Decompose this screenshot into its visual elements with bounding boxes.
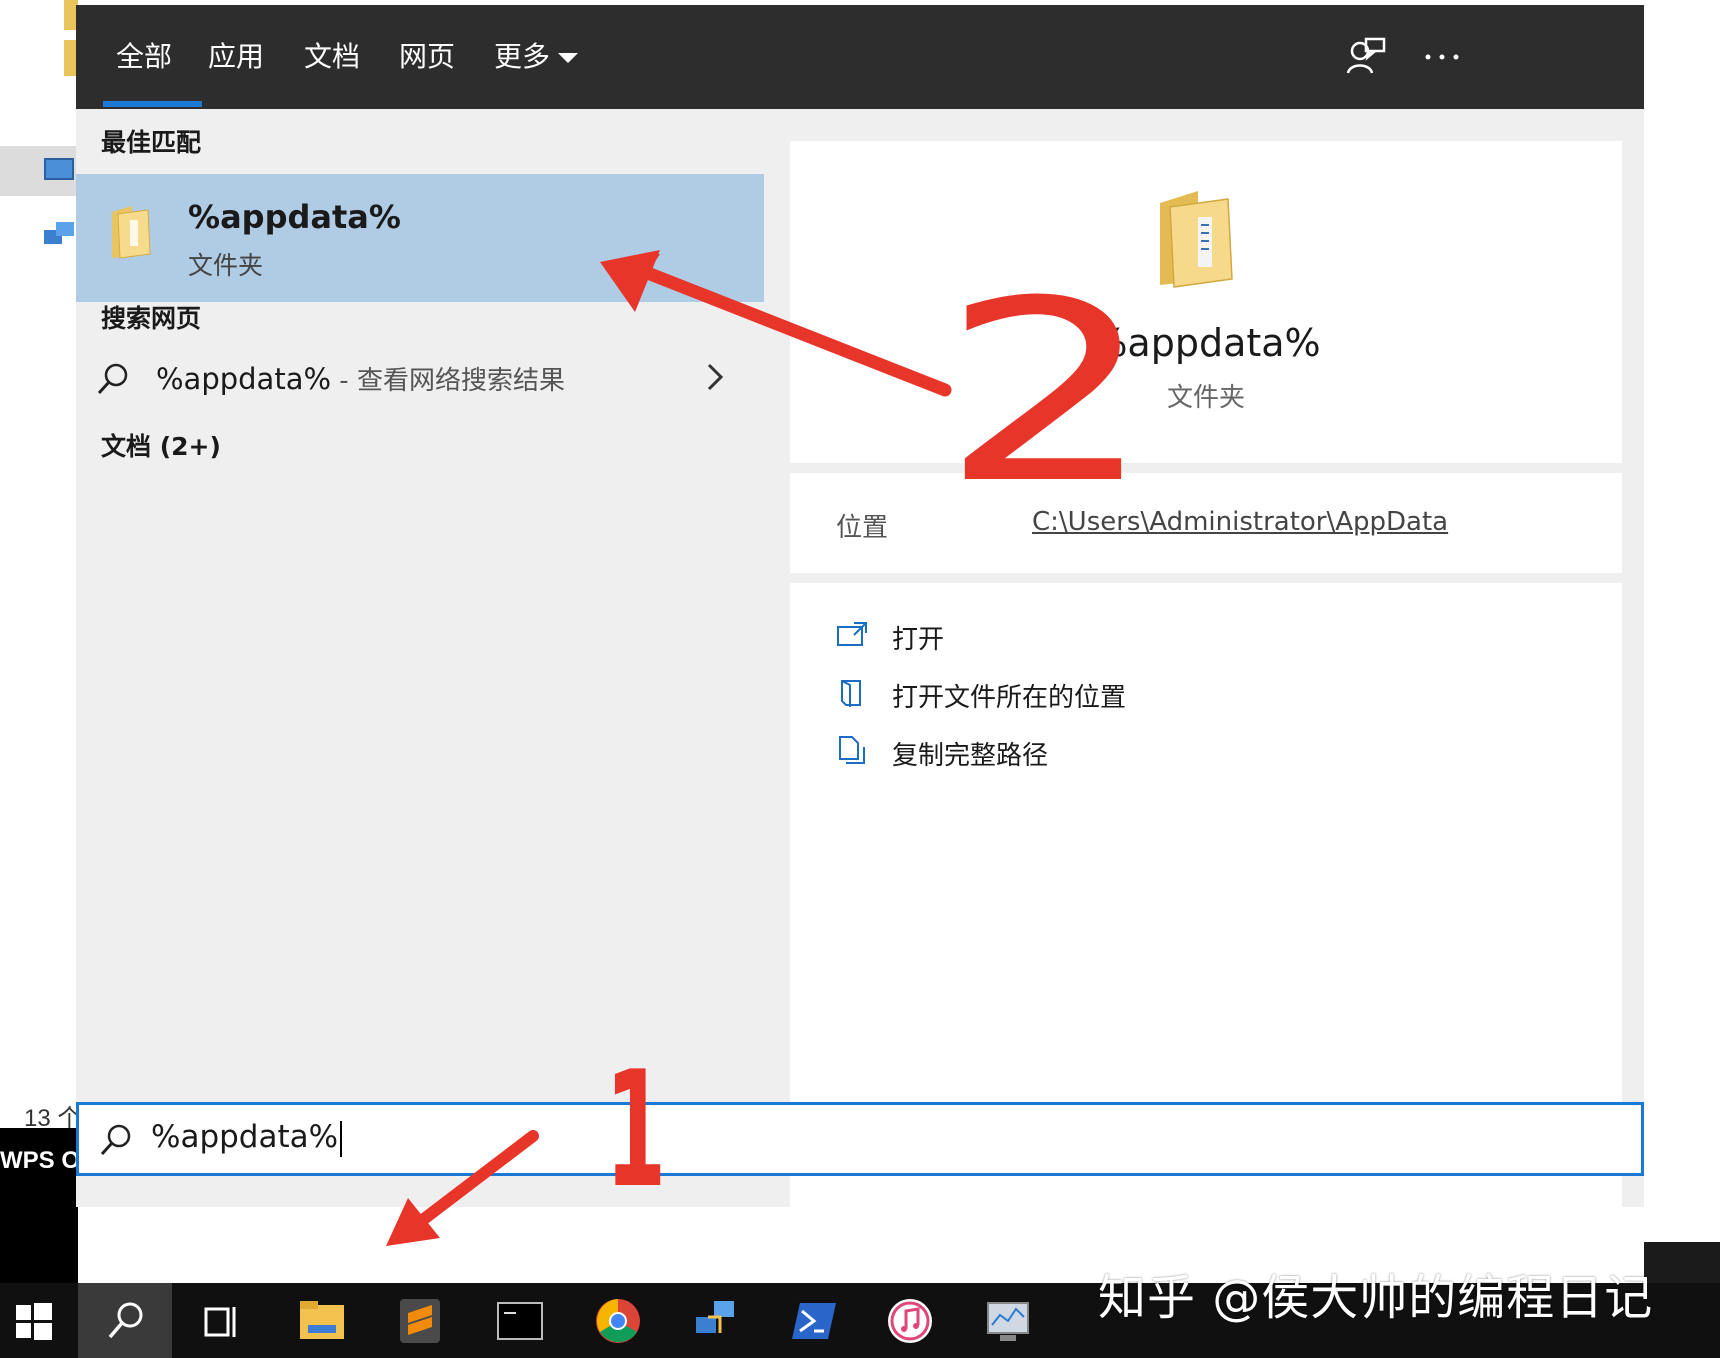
- tab-all[interactable]: 全部: [116, 35, 172, 109]
- search-icon: [100, 1124, 131, 1156]
- copy-icon: [839, 736, 865, 764]
- search-input-value: %appdata%: [151, 1119, 339, 1155]
- more-options-icon[interactable]: [1420, 35, 1464, 79]
- network-icon[interactable]: [44, 222, 74, 248]
- web-search-query: %appdata%: [156, 362, 332, 396]
- chrome-icon[interactable]: [592, 1295, 644, 1347]
- action-open-file-location[interactable]: 打开文件所在的位置: [836, 673, 1336, 717]
- preview-subtitle: 文件夹: [1166, 383, 1245, 413]
- tab-apps[interactable]: 应用: [208, 35, 264, 109]
- web-search-result[interactable]: %appdata% - 查看网络搜索结果: [76, 344, 764, 414]
- file-explorer-icon[interactable]: [296, 1295, 348, 1347]
- feedback-icon[interactable]: [1344, 35, 1388, 79]
- this-pc-icon[interactable]: [44, 158, 74, 180]
- chevron-down-icon: [558, 53, 579, 63]
- web-search-suffix: - 查看网络搜索结果: [331, 366, 565, 396]
- sublime-text-icon[interactable]: [394, 1295, 446, 1347]
- preview-title: %appdata%: [1091, 321, 1321, 365]
- active-tab-indicator: [103, 101, 202, 107]
- search-box[interactable]: %appdata%: [76, 1102, 1644, 1176]
- windows-start-icon[interactable]: [8, 1295, 60, 1347]
- action-copy-full-path[interactable]: 复制完整路径: [836, 731, 1336, 775]
- search-input[interactable]: %appdata%: [151, 1119, 343, 1157]
- folder-icon: [112, 206, 151, 259]
- preview-header-card: %appdata% 文件夹: [790, 141, 1622, 463]
- tab-web[interactable]: 网页: [399, 35, 455, 109]
- itunes-icon[interactable]: [884, 1295, 936, 1347]
- preview-location-card: 位置 C:\Users\Administrator\AppData: [790, 473, 1622, 573]
- task-view-icon[interactable]: [196, 1295, 248, 1347]
- taskbar-search-icon[interactable]: [100, 1295, 152, 1347]
- powershell-icon[interactable]: [788, 1295, 840, 1347]
- location-label: 位置: [836, 513, 889, 543]
- open-icon: [837, 622, 867, 646]
- documents-header[interactable]: 文档 (2+): [101, 427, 221, 463]
- tab-documents[interactable]: 文档: [304, 35, 360, 109]
- action-copy-full-path-label: 复制完整路径: [892, 741, 1049, 771]
- annotation-label-2: 2: [940, 247, 1155, 538]
- file-location-icon: [841, 680, 861, 707]
- preview-pane: %appdata% 文件夹 位置 C:\Users\Administrator\…: [764, 109, 1644, 1207]
- desktop-dark-region: [1644, 1242, 1720, 1284]
- annotation-label-1: 1: [605, 1036, 667, 1223]
- action-open-label: 打开: [892, 625, 945, 655]
- action-open-file-location-label: 打开文件所在的位置: [892, 683, 1127, 713]
- best-match-item[interactable]: %appdata% 文件夹: [76, 174, 764, 302]
- command-prompt-icon[interactable]: [494, 1295, 546, 1347]
- watermark: 知乎 @侯大帅的编程日记: [1098, 1270, 1654, 1326]
- search-window: 全部 应用 文档 网页 更多 最佳匹配 %appdata% 文件夹 搜索网页 %…: [76, 5, 1644, 1282]
- performance-monitor-icon[interactable]: [982, 1295, 1034, 1347]
- search-icon: [97, 363, 128, 395]
- tab-more[interactable]: 更多: [494, 35, 579, 109]
- best-match-subtitle: 文件夹: [188, 251, 264, 280]
- search-top-bar: 全部 应用 文档 网页 更多: [76, 5, 1644, 109]
- network-tool-icon[interactable]: [690, 1295, 742, 1347]
- desktop-app-title: WPS Of: [0, 1147, 78, 1174]
- chevron-right-icon[interactable]: [706, 362, 724, 392]
- action-open[interactable]: 打开: [836, 615, 1336, 659]
- best-match-title: %appdata%: [188, 198, 401, 236]
- text-caret: [340, 1120, 343, 1157]
- folder-icon: [1160, 191, 1233, 288]
- best-match-header: 最佳匹配: [101, 128, 202, 157]
- web-search-header: 搜索网页: [101, 304, 202, 333]
